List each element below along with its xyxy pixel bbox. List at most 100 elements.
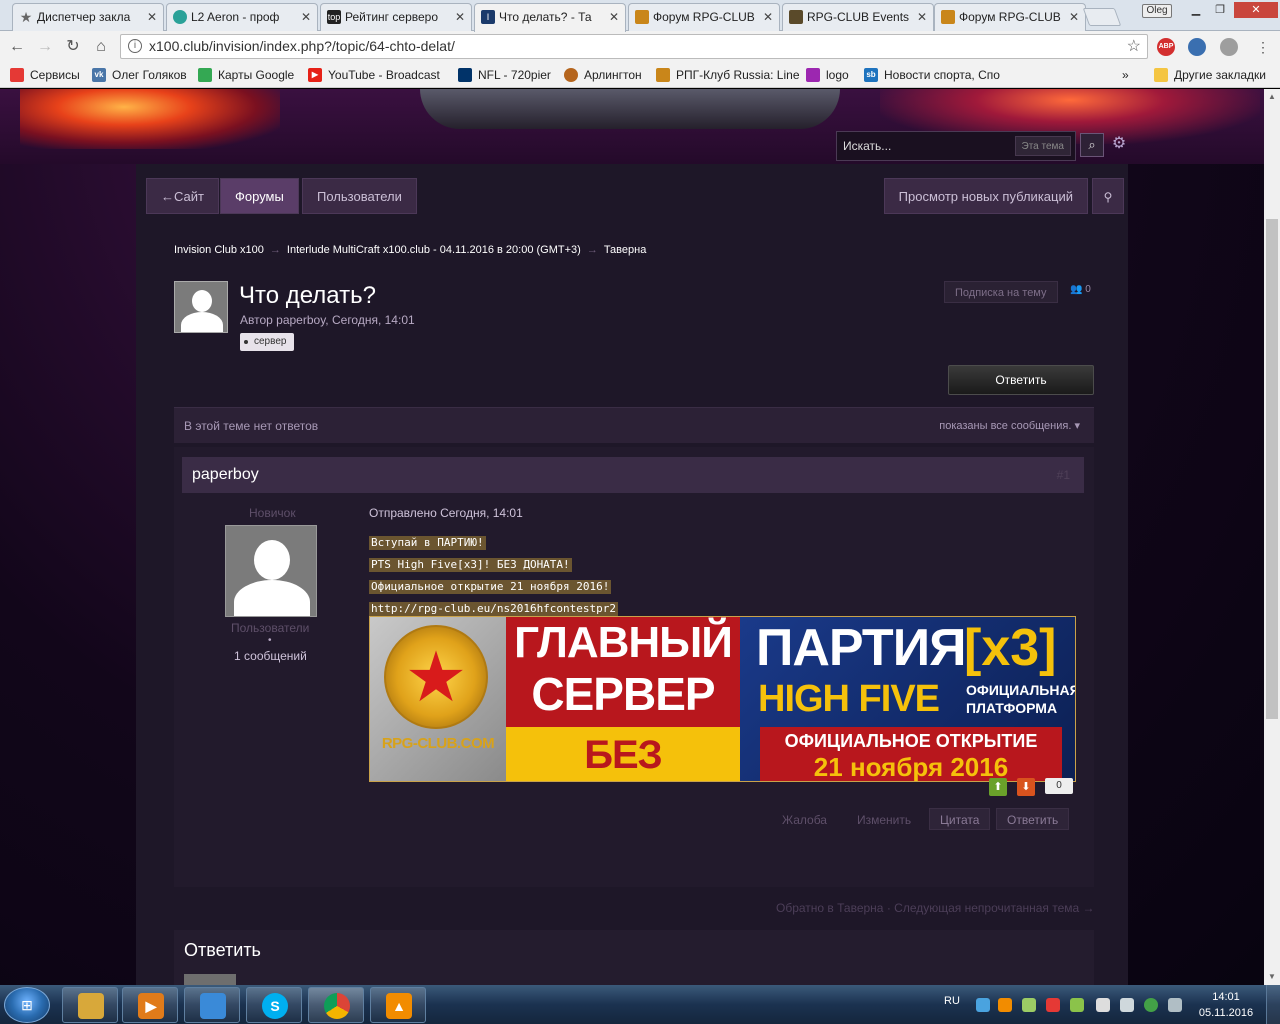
bookmark-item[interactable]: ▶ YouTube - Broadcast bbox=[308, 67, 440, 83]
taskbar-app[interactable] bbox=[62, 987, 118, 1023]
reload-icon[interactable]: ↻ bbox=[62, 37, 84, 57]
home-icon[interactable]: ⌂ bbox=[90, 37, 112, 57]
bookmark-item[interactable]: Арлингтон bbox=[564, 67, 642, 83]
quote-button[interactable]: Цитата bbox=[929, 808, 991, 830]
post-author[interactable]: paperboy bbox=[192, 457, 259, 493]
window-close-icon[interactable]: ✕ bbox=[1234, 2, 1278, 18]
bookmark-item[interactable]: logo bbox=[806, 67, 849, 83]
other-bookmarks[interactable]: Другие закладки bbox=[1154, 67, 1266, 83]
bookmark-item[interactable]: sb Новости спорта, Спо bbox=[864, 67, 1000, 83]
close-icon[interactable]: ✕ bbox=[147, 4, 157, 30]
post-filter[interactable]: показаны все сообщения. ▾ bbox=[939, 408, 1080, 444]
search-icon[interactable]: ⌕ bbox=[1080, 133, 1104, 157]
tray-icon[interactable] bbox=[1070, 998, 1084, 1012]
post-line: PTS High Five[x3]! БЕЗ ДОНАТА! bbox=[369, 558, 572, 572]
browser-tab[interactable]: Форум RPG-CLUB ✕ bbox=[934, 3, 1086, 31]
nav-forums[interactable]: Форумы bbox=[220, 178, 299, 214]
minimize-icon[interactable]: ▁ bbox=[1184, 2, 1208, 18]
bookmark-item[interactable]: Сервисы bbox=[10, 67, 80, 83]
reply-button[interactable]: Ответить bbox=[948, 365, 1094, 395]
bookmarks-more-icon[interactable]: » bbox=[1122, 67, 1129, 83]
next-unread-link[interactable]: Следующая непрочитанная тема → bbox=[894, 901, 1094, 915]
report-button[interactable]: Жалоба bbox=[782, 809, 827, 831]
edit-button[interactable]: Изменить bbox=[857, 809, 911, 831]
taskbar-app-active[interactable] bbox=[308, 987, 364, 1023]
info-icon[interactable]: i bbox=[128, 39, 142, 53]
network-icon[interactable] bbox=[1144, 998, 1158, 1012]
post-number[interactable]: #1 bbox=[1057, 457, 1070, 493]
post-link[interactable]: http://rpg-club.eu/ns2016hfcontestpr2 bbox=[369, 602, 619, 616]
author-avatar[interactable] bbox=[174, 281, 228, 333]
bookmark-item[interactable]: Карты Google bbox=[198, 67, 294, 83]
taskbar-app[interactable]: ▲ bbox=[370, 987, 426, 1023]
search-scope[interactable]: Эта тема bbox=[1014, 136, 1071, 156]
show-desktop-button[interactable] bbox=[1266, 985, 1280, 1024]
bookmark-item[interactable]: NFL - 720pier bbox=[458, 67, 551, 83]
search-input[interactable]: Искать... Эта тема bbox=[836, 131, 1076, 161]
tray-icon[interactable] bbox=[1168, 998, 1182, 1012]
nav-site[interactable]: ←Сайт bbox=[146, 178, 219, 214]
bookmark-item[interactable]: РПГ-Клуб Russia: Line bbox=[656, 67, 800, 83]
start-button[interactable]: ⊞ bbox=[4, 987, 50, 1023]
nav-new-posts[interactable]: Просмотр новых публикаций bbox=[883, 178, 1088, 214]
avatar[interactable] bbox=[225, 525, 317, 617]
scrollbar-thumb[interactable] bbox=[1266, 219, 1278, 719]
breadcrumb-item[interactable]: Interlude MultiCraft x100.club - 04.11.2… bbox=[287, 244, 581, 256]
adblock-icon[interactable]: ABP bbox=[1157, 38, 1175, 56]
close-icon[interactable]: ✕ bbox=[1069, 4, 1079, 30]
upvote-icon[interactable]: ⬆ bbox=[989, 778, 1007, 796]
close-icon[interactable]: ✕ bbox=[917, 4, 927, 30]
browser-tab-active[interactable]: I Что делать? - Та ✕ bbox=[474, 3, 626, 32]
site-logo[interactable] bbox=[420, 89, 840, 129]
profile-badge[interactable]: Oleg bbox=[1142, 4, 1172, 18]
close-icon[interactable]: ✕ bbox=[301, 4, 311, 30]
extension-gear-icon[interactable] bbox=[1220, 38, 1238, 56]
promo-banner-image[interactable]: ★ RPG-CLUB.COM ГЛАВНЫЙ СЕРВЕР БЕЗ ДОНАТА… bbox=[369, 616, 1076, 782]
nav-users[interactable]: Пользователи bbox=[302, 178, 417, 214]
browser-tab[interactable]: ★ Диспетчер закла ✕ bbox=[12, 3, 164, 31]
bookmark-item[interactable]: vk Олег Голяков bbox=[92, 67, 187, 83]
close-icon[interactable]: ✕ bbox=[609, 4, 619, 30]
volume-icon[interactable] bbox=[1120, 998, 1134, 1012]
skype-icon: S bbox=[262, 993, 288, 1019]
bookmark-star-icon[interactable]: ☆ bbox=[1127, 35, 1141, 58]
taskbar-app[interactable] bbox=[184, 987, 240, 1023]
browser-tab[interactable]: L2 Aeron - проф ✕ bbox=[166, 3, 318, 31]
browser-tab[interactable]: RPG-CLUB Events ✕ bbox=[782, 3, 934, 31]
address-bar[interactable]: i x100.club/invision/index.php?/topic/64… bbox=[120, 34, 1148, 59]
follow-button[interactable]: Подписка на тему bbox=[944, 281, 1058, 303]
breadcrumb-item[interactable]: Invision Club x100 bbox=[174, 244, 264, 256]
close-icon[interactable]: ✕ bbox=[455, 4, 465, 30]
tray-icon[interactable] bbox=[976, 998, 990, 1012]
language-indicator[interactable]: RU bbox=[944, 995, 960, 1007]
location-pin-icon[interactable]: ⚲ bbox=[1092, 178, 1124, 214]
breadcrumb-item[interactable]: Таверна bbox=[604, 244, 647, 256]
post-reply-button[interactable]: Ответить bbox=[996, 808, 1070, 830]
clock[interactable]: 14:01 05.11.2016 bbox=[1196, 989, 1256, 1021]
back-to-forum-link[interactable]: Обратно в Таверна bbox=[776, 901, 883, 915]
browser-tab[interactable]: top Рейтинг серверо ✕ bbox=[320, 3, 472, 31]
vlc-tray-icon[interactable] bbox=[998, 998, 1012, 1012]
scrollbar[interactable]: ▲ ▼ bbox=[1264, 89, 1280, 985]
tray-icon[interactable] bbox=[1022, 998, 1036, 1012]
forward-icon[interactable]: → bbox=[34, 37, 56, 57]
close-icon[interactable]: ✕ bbox=[763, 4, 773, 30]
action-center-icon[interactable] bbox=[1096, 998, 1110, 1012]
tray-icon[interactable] bbox=[1046, 998, 1060, 1012]
taskbar-app[interactable]: S bbox=[246, 987, 302, 1023]
scroll-down-icon[interactable]: ▼ bbox=[1264, 969, 1280, 985]
star-icon: ★ bbox=[19, 9, 33, 25]
extension-icon[interactable] bbox=[1188, 38, 1206, 56]
followers-count[interactable]: 👥 0 bbox=[1070, 284, 1091, 295]
taskbar-app[interactable]: ▶ bbox=[122, 987, 178, 1023]
menu-icon[interactable]: ⋮ bbox=[1252, 37, 1274, 57]
new-tab-button[interactable] bbox=[1082, 8, 1122, 26]
downvote-icon[interactable]: ⬇ bbox=[1017, 778, 1035, 796]
arlington-icon bbox=[564, 68, 578, 82]
topic-tag[interactable]: сервер bbox=[240, 333, 295, 351]
restore-icon[interactable]: ❐ bbox=[1208, 2, 1232, 18]
scroll-up-icon[interactable]: ▲ bbox=[1264, 89, 1280, 105]
browser-tab[interactable]: Форум RPG-CLUB ✕ bbox=[628, 3, 780, 31]
back-icon[interactable]: ← bbox=[6, 37, 28, 57]
gear-icon[interactable]: ⚙ bbox=[1110, 135, 1128, 153]
